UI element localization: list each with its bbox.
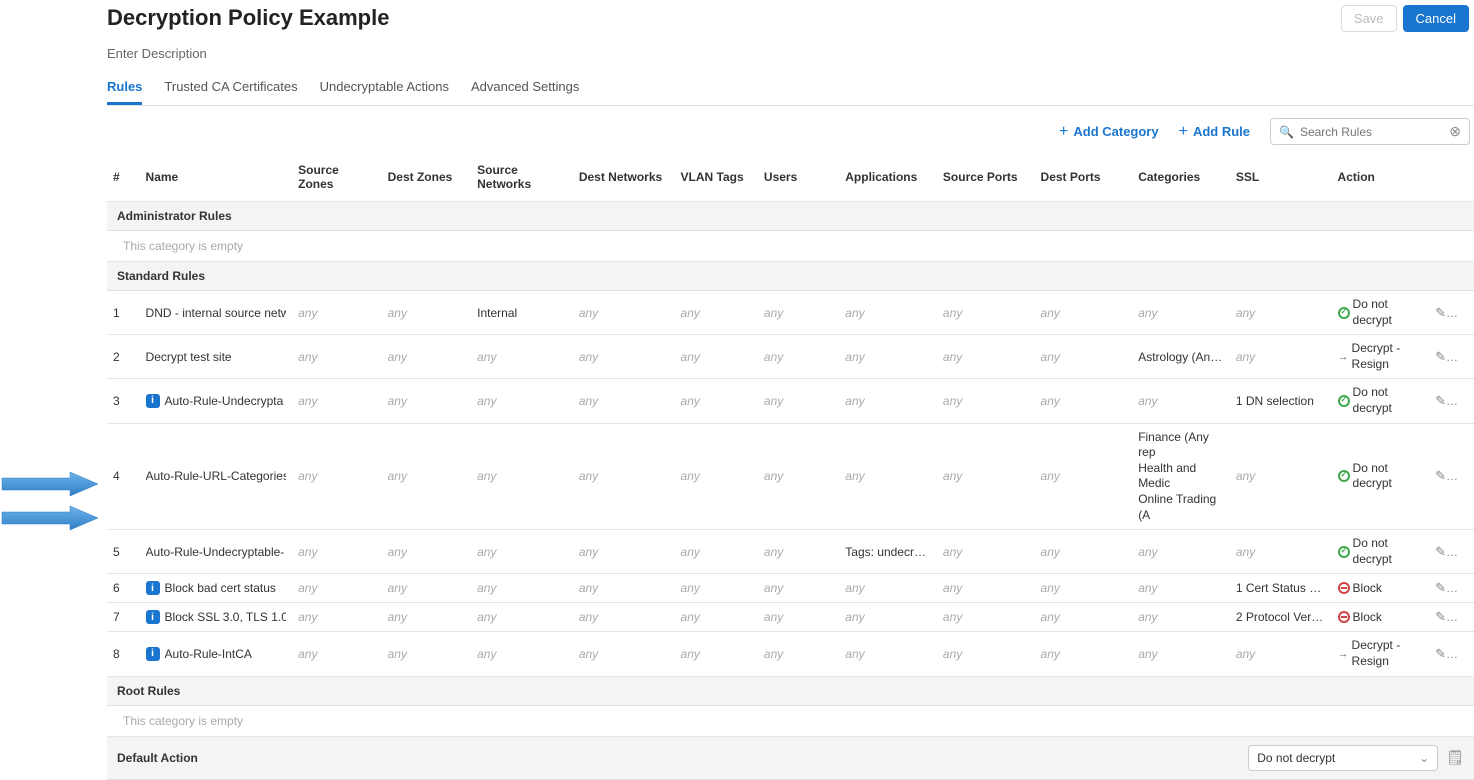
tabs: Rules Trusted CA Certificates Undecryptabl…	[107, 79, 1474, 106]
category-row: Standard Rules	[107, 262, 1474, 291]
plus-icon: +	[1059, 124, 1068, 140]
plus-icon: +	[1179, 124, 1188, 140]
add-category-button[interactable]: + Add Category	[1059, 124, 1159, 140]
table-row[interactable]: 1DND - internal source netwanyanyInterna…	[107, 291, 1474, 335]
rule-name: Block SSL 3.0, TLS 1.0	[165, 610, 287, 624]
table-row[interactable]: 5Auto-Rule-Undecryptable-anyanyanyanyany…	[107, 530, 1474, 574]
action-label: Do not decrypt	[1353, 297, 1418, 328]
action-label: Block	[1353, 610, 1382, 626]
col-dst-zones: Dest Zones	[382, 153, 472, 202]
check-circle-icon	[1338, 470, 1350, 482]
col-src-nets: Source Networks	[471, 153, 573, 202]
rule-name: Auto-Rule-Undecrypta	[165, 394, 284, 408]
default-action-select[interactable]: Do not decrypt ⌄	[1248, 745, 1438, 771]
col-dst-ports: Dest Ports	[1035, 153, 1133, 202]
check-circle-icon	[1338, 307, 1350, 319]
rules-table: # Name Source Zones Dest Zones Source Ne…	[107, 153, 1474, 737]
action-label: Decrypt - Resign	[1352, 341, 1418, 372]
info-icon: i	[146, 647, 160, 661]
tab-trusted-ca-certificates[interactable]: Trusted CA Certificates	[164, 79, 297, 105]
info-icon: i	[146, 581, 160, 595]
search-rules[interactable]: 🔍 ⊗	[1270, 118, 1470, 145]
col-number: #	[107, 153, 140, 202]
col-src-zones: Source Zones	[292, 153, 382, 202]
action-label: Block	[1353, 581, 1382, 597]
category-row: Administrator Rules	[107, 202, 1474, 231]
check-circle-icon	[1338, 546, 1350, 558]
description-input[interactable]: Enter Description	[107, 46, 1474, 61]
block-circle-icon	[1338, 582, 1350, 594]
table-row[interactable]: 8iAuto-Rule-IntCAanyanyanyanyanyanyanyan…	[107, 632, 1474, 676]
rule-name: Auto-Rule-Undecryptable-	[146, 545, 285, 559]
annotation-arrow-1	[0, 470, 100, 500]
empty-category-msg: This category is empty	[107, 705, 1474, 736]
edit-icon[interactable]: ✎	[1435, 468, 1446, 483]
tab-rules[interactable]: Rules	[107, 79, 142, 105]
rule-name: Auto-Rule-IntCA	[165, 647, 252, 661]
page-title: Decryption Policy Example	[107, 5, 389, 31]
rule-name: Block bad cert status	[165, 581, 276, 595]
col-src-ports: Source Ports	[937, 153, 1035, 202]
edit-icon[interactable]: ✎	[1435, 349, 1446, 364]
edit-icon[interactable]: ✎	[1435, 393, 1446, 408]
edit-icon[interactable]: ✎	[1435, 305, 1446, 320]
info-icon: i	[146, 394, 160, 408]
clear-search-icon[interactable]: ⊗	[1449, 123, 1461, 140]
search-input[interactable]	[1300, 125, 1445, 139]
table-row[interactable]: 4Auto-Rule-URL-Categoriesanyanyanyanyany…	[107, 423, 1474, 530]
col-ssl: SSL	[1230, 153, 1332, 202]
check-circle-icon	[1338, 395, 1350, 407]
table-row[interactable]: 3iAuto-Rule-Undecryptaanyanyanyanyanyany…	[107, 379, 1474, 423]
empty-category-msg: This category is empty	[107, 231, 1474, 262]
tab-advanced-settings[interactable]: Advanced Settings	[471, 79, 579, 105]
rule-name: Auto-Rule-URL-Categories	[146, 469, 287, 483]
col-action: Action	[1332, 153, 1424, 202]
edit-icon[interactable]: ✎	[1435, 580, 1446, 595]
table-row[interactable]: 7iBlock SSL 3.0, TLS 1.0anyanyanyanyanya…	[107, 603, 1474, 632]
block-circle-icon	[1338, 611, 1350, 623]
default-action-label: Default Action	[117, 751, 198, 765]
rule-name: DND - internal source netw	[146, 306, 287, 320]
cancel-button[interactable]: Cancel	[1403, 5, 1469, 32]
action-label: Do not decrypt	[1353, 385, 1418, 416]
col-apps: Applications	[839, 153, 937, 202]
rule-name: Decrypt test site	[146, 350, 232, 364]
info-icon: i	[146, 610, 160, 624]
category-row: Root Rules	[107, 676, 1474, 705]
action-label: Do not decrypt	[1353, 461, 1418, 492]
col-dst-nets: Dest Networks	[573, 153, 675, 202]
tab-undecryptable-actions[interactable]: Undecryptable Actions	[320, 79, 449, 105]
search-icon: 🔍	[1279, 125, 1294, 139]
chevron-down-icon: ⌄	[1419, 751, 1429, 765]
table-row[interactable]: 2Decrypt test siteanyanyanyanyanyanyanya…	[107, 335, 1474, 379]
table-row[interactable]: 6iBlock bad cert statusanyanyanyanyanyan…	[107, 574, 1474, 603]
col-vlan: VLAN Tags	[675, 153, 758, 202]
col-categories: Categories	[1132, 153, 1230, 202]
edit-icon[interactable]: ✎	[1435, 544, 1446, 559]
arrow-right-icon: →	[1338, 350, 1349, 364]
action-label: Decrypt - Resign	[1352, 638, 1418, 669]
edit-icon[interactable]: ✎	[1435, 609, 1446, 624]
log-icon[interactable]: 🗒	[1446, 749, 1464, 766]
col-users: Users	[758, 153, 839, 202]
default-action-row: Default Action Do not decrypt ⌄ 🗒	[107, 737, 1474, 780]
col-name: Name	[140, 153, 293, 202]
add-rule-button[interactable]: + Add Rule	[1179, 124, 1250, 140]
action-label: Do not decrypt	[1353, 536, 1418, 567]
edit-icon[interactable]: ✎	[1435, 646, 1446, 661]
save-button[interactable]: Save	[1341, 5, 1397, 32]
annotation-arrow-2	[0, 504, 100, 534]
arrow-right-icon: →	[1338, 647, 1349, 661]
